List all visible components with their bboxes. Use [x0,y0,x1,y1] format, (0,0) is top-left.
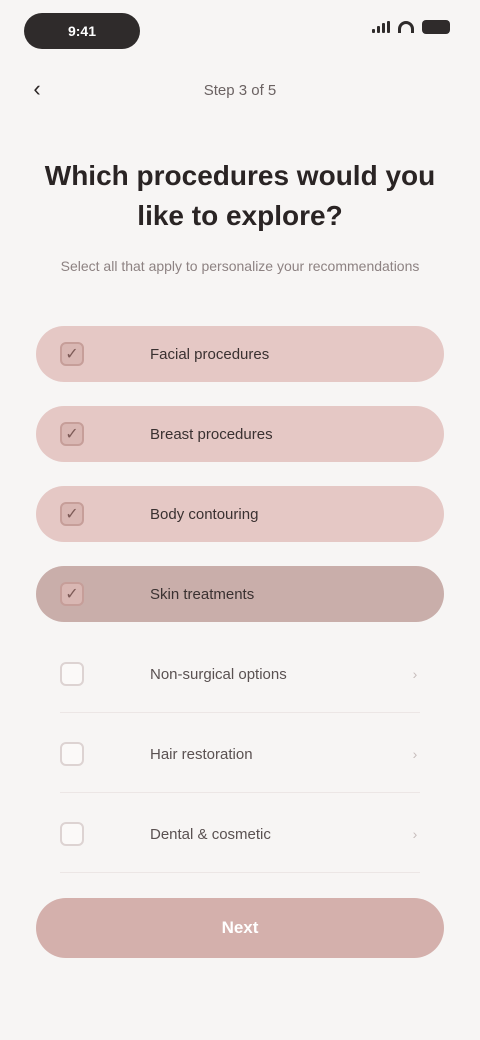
status-bar: 9:41 [0,0,480,64]
wifi-icon [398,21,414,33]
option-label: Non-surgical options [150,665,287,683]
info-icon: › [412,666,418,682]
signal-icon [372,21,390,33]
checkbox-checked-icon[interactable]: ✓ [60,582,84,606]
option-hair[interactable]: Hair restoration › [36,726,444,782]
checkbox-checked-icon[interactable]: ✓ [60,422,84,446]
info-icon: › [412,826,418,842]
options-list: ✓ Facial procedures ✓ Breast procedures … [36,326,444,886]
checkbox-icon[interactable] [60,662,84,686]
option-dental[interactable]: Dental & cosmetic › [36,806,444,862]
divider [60,712,420,713]
option-facial[interactable]: ✓ Facial procedures [36,326,444,382]
next-button[interactable]: Next [36,898,444,958]
option-label: Hair restoration [150,745,253,763]
option-non-surgical[interactable]: Non-surgical options › [36,646,444,702]
divider [60,872,420,873]
option-label: Skin treatments [150,585,255,603]
checkbox-icon[interactable] [60,742,84,766]
divider [60,792,420,793]
checkbox-checked-icon[interactable]: ✓ [60,502,84,526]
question-title: Which procedures would you like to explo… [44,160,436,231]
checkbox-icon[interactable] [60,822,84,846]
battery-icon [422,20,450,34]
option-label: Breast procedures [150,425,273,443]
status-icons [372,20,450,34]
option-breast[interactable]: ✓ Breast procedures [36,406,444,462]
option-label: Body contouring [150,505,259,523]
status-time: 9:41 [24,13,140,49]
nav-bar: ‹ Step 3 of 5 [0,70,480,114]
nav-title: Step 3 of 5 [203,82,277,99]
option-label: Dental & cosmetic [150,825,271,843]
info-icon: › [412,746,418,762]
option-body[interactable]: ✓ Body contouring [36,486,444,542]
option-skin[interactable]: ✓ Skin treatments [36,566,444,622]
option-label: Facial procedures [150,345,270,363]
help-text: Select all that apply to personalize you… [60,258,420,274]
checkbox-checked-icon[interactable]: ✓ [60,342,84,366]
